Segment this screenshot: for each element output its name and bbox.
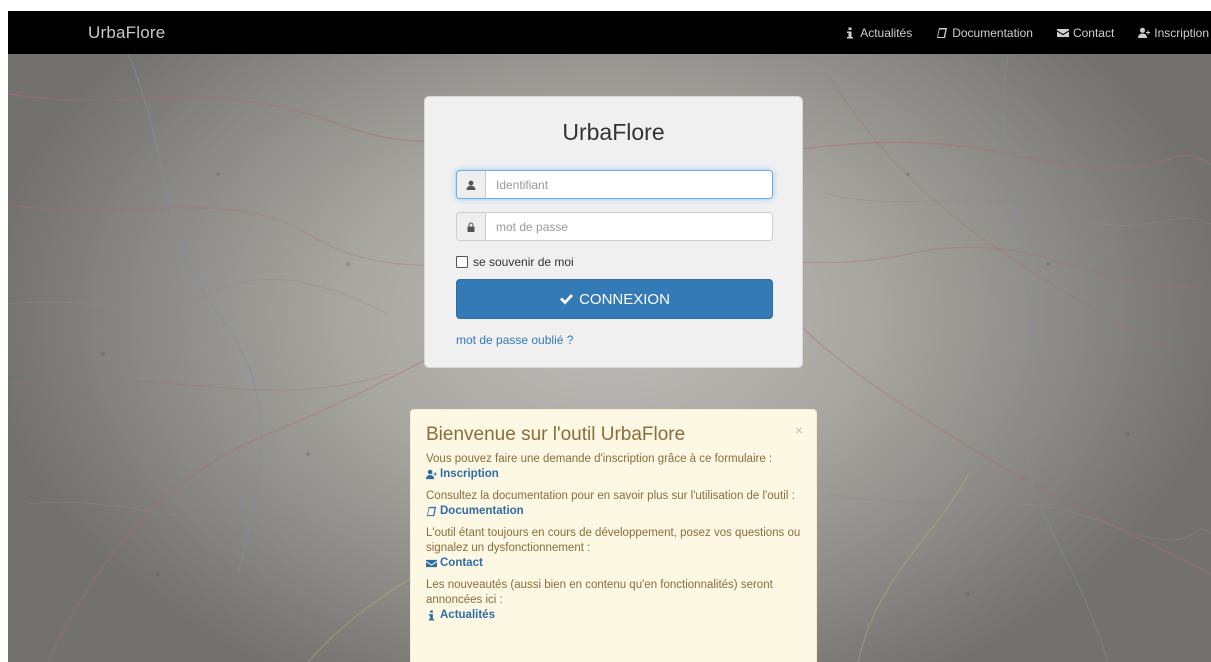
nav-link-inscription[interactable]: Inscription	[1138, 26, 1209, 40]
forgot-password-link[interactable]: mot de passe oublié ?	[456, 333, 573, 347]
navbar: UrbaFlore Actualités Documentation Conta…	[8, 11, 1211, 54]
info-icon	[428, 609, 435, 621]
book-icon	[426, 506, 437, 516]
welcome-text: Les nouveautés (aussi bien en contenu qu…	[426, 579, 773, 606]
close-icon[interactable]: ×	[795, 422, 803, 438]
nav-link-contact[interactable]: Contact	[1056, 25, 1115, 40]
welcome-title: Bienvenue sur l'outil UrbaFlore	[426, 424, 686, 445]
envelope-icon	[1056, 28, 1069, 37]
nav-link-documentation[interactable]: Documentation	[936, 26, 1033, 40]
password-input[interactable]	[486, 213, 772, 240]
password-group	[456, 212, 773, 241]
welcome-link-label: Inscription	[440, 468, 499, 480]
welcome-link-label: Contact	[440, 557, 483, 569]
nav-link-label: Documentation	[952, 25, 1033, 40]
lock-icon	[467, 222, 475, 232]
welcome-block-documentation: Consultez la documentation pour en savoi…	[426, 489, 801, 517]
check-icon	[560, 294, 574, 305]
welcome-link-label: Documentation	[440, 505, 524, 517]
welcome-link-contact[interactable]: Contact	[426, 557, 801, 569]
welcome-link-label: Actualités	[440, 609, 495, 621]
username-addon	[457, 171, 486, 198]
envelope-icon	[426, 559, 437, 567]
user-icon	[466, 180, 476, 190]
nav-link-actualites[interactable]: Actualités	[844, 26, 912, 40]
welcome-link-documentation[interactable]: Documentation	[426, 505, 801, 517]
app-frame: UrbaFlore Actualités Documentation Conta…	[8, 11, 1211, 662]
nav-link-label: Inscription	[1154, 25, 1209, 40]
remember-me[interactable]: se souvenir de moi	[456, 255, 574, 269]
welcome-text: Vous pouvez faire une demande d'inscript…	[426, 453, 773, 465]
nav-links: Actualités Documentation Contact Inscrip…	[844, 11, 1211, 54]
login-panel: UrbaFlore se souvenir de moi CONNEXION m…	[424, 96, 803, 368]
welcome-link-actualites[interactable]: Actualités	[426, 609, 801, 621]
username-input[interactable]	[486, 171, 772, 198]
password-addon	[457, 213, 486, 240]
connexion-label: CONNEXION	[579, 290, 670, 308]
welcome-text: Consultez la documentation pour en savoi…	[426, 490, 795, 502]
welcome-block-actualites: Les nouveautés (aussi bien en contenu qu…	[426, 578, 801, 621]
remember-label: se souvenir de moi	[473, 255, 574, 269]
username-group	[456, 170, 773, 199]
user-plus-icon	[426, 469, 437, 479]
connexion-button[interactable]: CONNEXION	[456, 279, 773, 319]
book-icon	[937, 27, 948, 38]
remember-checkbox[interactable]	[456, 256, 468, 268]
login-title: UrbaFlore	[562, 119, 665, 145]
nav-link-label: Actualités	[860, 25, 913, 40]
welcome-block-contact: L'outil étant toujours en cours de dével…	[426, 526, 801, 569]
brand-logo[interactable]: UrbaFlore	[88, 11, 165, 54]
user-plus-icon	[1138, 27, 1151, 38]
welcome-link-inscription[interactable]: Inscription	[426, 468, 801, 480]
welcome-panel: × Bienvenue sur l'outil UrbaFlore Vous p…	[410, 409, 817, 662]
nav-link-label: Contact	[1072, 25, 1115, 40]
info-icon	[847, 27, 854, 38]
welcome-text: L'outil étant toujours en cours de dével…	[426, 527, 801, 554]
welcome-block-inscription: Vous pouvez faire une demande d'inscript…	[426, 452, 801, 480]
